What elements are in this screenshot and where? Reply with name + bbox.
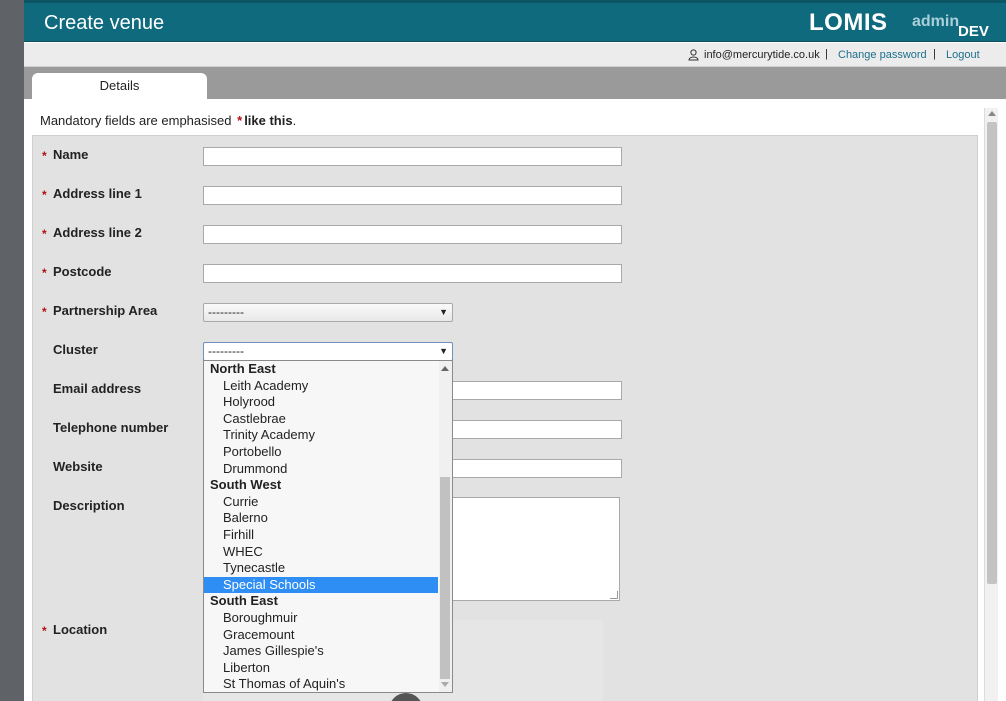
description-label: Description (53, 498, 125, 513)
page-scrollbar[interactable] (984, 108, 998, 701)
location-label: Location (53, 622, 108, 637)
cluster-label: Cluster (53, 342, 98, 357)
cluster-option[interactable]: Currie (204, 494, 438, 510)
venue-form: * Name * Address line 1 * Address line 2… (32, 135, 978, 701)
user-bar: info@mercurytide.co.uk | Change password… (24, 43, 1006, 67)
header-bar: Create venue LOMIS admin DEV (24, 3, 1006, 42)
name-input[interactable] (203, 147, 622, 166)
dropdown-arrow-icon: ▼ (439, 346, 448, 356)
app-window: Create venue LOMIS admin DEV info@mercur… (24, 0, 1006, 701)
mandatory-end: . (292, 113, 297, 128)
brand-logo: LOMIS (809, 9, 888, 36)
required-marker: * (42, 188, 47, 202)
address-line-2-label: Address line 2 (53, 225, 142, 240)
scroll-down-icon[interactable] (441, 682, 449, 687)
required-marker: * (237, 113, 243, 128)
user-icon (688, 49, 699, 61)
role-label: admin (912, 13, 960, 30)
required-marker: * (42, 266, 47, 280)
required-marker: * (42, 227, 47, 241)
separator: | (933, 48, 936, 60)
address-line-1-label: Address line 1 (53, 186, 142, 201)
form-content: Mandatory fields are emphasised * like th… (24, 99, 1006, 701)
cluster-option[interactable]: Boroughmuir (204, 610, 438, 626)
name-label: Name (53, 147, 89, 162)
option-group-label: North East (210, 361, 276, 376)
partnership-area-select[interactable]: --------- ▼ (203, 303, 453, 322)
cluster-option[interactable]: Gracemount (204, 627, 438, 643)
resize-grip-icon[interactable] (610, 591, 618, 599)
cluster-option[interactable]: Castlebrae (204, 411, 438, 427)
email-label: Email address (53, 381, 142, 396)
cluster-option[interactable]: James Gillespie's (204, 643, 438, 659)
partnership-area-value: --------- (208, 305, 244, 319)
user-email: info@mercurytide.co.uk (704, 49, 820, 61)
scroll-up-icon[interactable] (441, 366, 449, 371)
required-marker: * (42, 149, 47, 163)
telephone-label: Telephone number (53, 420, 169, 435)
cluster-select[interactable]: --------- ▼ (203, 342, 453, 361)
dropdown-arrow-icon: ▼ (439, 307, 448, 317)
cluster-option[interactable]: Balerno (204, 510, 438, 526)
postcode-label: Postcode (53, 264, 112, 279)
cluster-option[interactable]: St Thomas of Aquin's (204, 676, 438, 692)
options-scrollbar-thumb[interactable] (440, 477, 450, 679)
cluster-options-list[interactable]: North East Leith Academy Holyrood Castlebra… (203, 360, 453, 693)
required-marker: * (42, 305, 47, 319)
cluster-value: --------- (208, 344, 244, 358)
change-password-link[interactable]: Change password (838, 49, 927, 61)
options-scrollbar[interactable] (439, 361, 452, 692)
cluster-option[interactable]: Portobello (204, 444, 438, 460)
environment-label: DEV (958, 23, 989, 40)
cluster-option[interactable]: Leith Academy (204, 378, 438, 394)
tab-strip: Details (24, 67, 1006, 99)
postcode-input[interactable] (203, 264, 622, 283)
address-line-2-input[interactable] (203, 225, 622, 244)
cluster-option[interactable]: Special Schools (204, 576, 438, 593)
scroll-up-icon[interactable] (988, 111, 996, 116)
option-group-label: South East (210, 593, 278, 609)
address-line-1-input[interactable] (203, 186, 622, 205)
cluster-option[interactable]: Drummond (204, 461, 438, 477)
cluster-option[interactable]: Trinity Academy (204, 427, 438, 443)
page-title: Create venue (44, 12, 165, 34)
page-scrollbar-thumb[interactable] (987, 122, 997, 584)
option-group-label: South West (210, 477, 282, 493)
partnership-area-label: Partnership Area (53, 303, 158, 318)
mandatory-note: Mandatory fields are emphasised * like th… (40, 113, 296, 128)
mandatory-example: like this (244, 113, 293, 128)
logout-link[interactable]: Logout (946, 49, 980, 61)
website-label: Website (53, 459, 103, 474)
cluster-option[interactable]: WHEC (204, 544, 438, 560)
cluster-option[interactable]: Firhill (204, 527, 438, 543)
tab-details[interactable]: Details (32, 73, 207, 99)
cluster-option[interactable]: Liberton (204, 660, 438, 676)
required-marker: * (42, 624, 47, 638)
cluster-option[interactable]: Tynecastle (204, 560, 438, 576)
mandatory-text: Mandatory fields are emphasised (40, 113, 232, 128)
cluster-option[interactable]: Holyrood (204, 394, 438, 410)
separator: | (825, 48, 828, 60)
